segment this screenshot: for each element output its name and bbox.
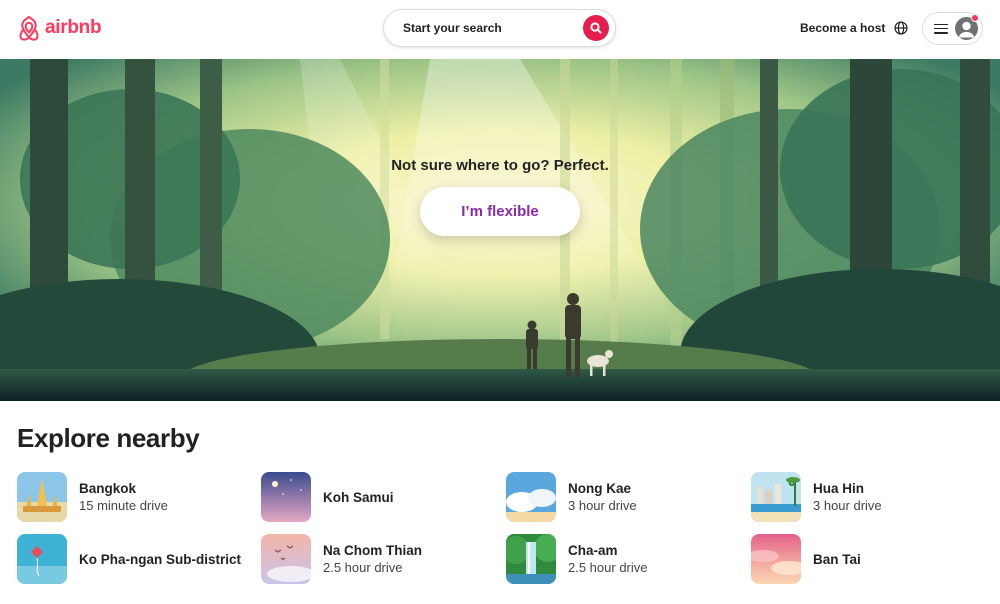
explore-item-name: Bangkok: [79, 481, 137, 496]
hero-title: Not sure where to go? Perfect.: [391, 157, 609, 174]
search-button[interactable]: [583, 15, 609, 41]
ko-pha-ngan-thumbnail: [17, 534, 67, 584]
explore-item-name: Cha-am: [568, 543, 618, 558]
airbnb-logo-icon: [19, 16, 39, 41]
bangkok-thumbnail: [17, 472, 67, 522]
explore-item-koh-samui[interactable]: Koh Samui: [261, 472, 491, 522]
search-label: Start your search: [403, 21, 502, 35]
language-button[interactable]: [891, 18, 911, 38]
menu-icon: [934, 23, 948, 35]
globe-icon: [894, 21, 908, 35]
notification-dot: [971, 14, 979, 22]
become-a-host-link[interactable]: Become a host: [792, 17, 893, 39]
cha-am-thumbnail: [506, 534, 556, 584]
explore-nearby-heading: Explore nearby: [17, 423, 200, 453]
explore-item-name: Nong Kae: [568, 481, 632, 496]
user-menu-button[interactable]: [922, 12, 983, 45]
explore-item-name: Na Chom Thian: [323, 543, 423, 558]
top-header: airbnb Start your search Become a host: [0, 0, 1000, 58]
hua-hin-thumbnail: [751, 472, 801, 522]
explore-item-distance: 15 minute drive: [79, 498, 168, 513]
airbnb-logo[interactable]: airbnb: [17, 15, 102, 41]
explore-item-distance: 2.5 hour drive: [568, 560, 648, 575]
explore-item-ban-tai[interactable]: Ban Tai: [751, 534, 981, 584]
explore-item-name: Koh Samui: [323, 489, 394, 505]
na-chom-thian-thumbnail: [261, 534, 311, 584]
explore-item-nong-kae[interactable]: Nong Kae 3 hour drive: [506, 472, 736, 522]
explore-item-na-chom-thian[interactable]: Na Chom Thian 2.5 hour drive: [261, 534, 491, 584]
nong-kae-thumbnail: [506, 472, 556, 522]
explore-item-bangkok[interactable]: Bangkok 15 minute drive: [17, 472, 247, 522]
koh-samui-thumbnail: [261, 472, 311, 522]
hero-banner: Not sure where to go? Perfect. I’m flexi…: [0, 59, 1000, 401]
explore-item-cha-am[interactable]: Cha-am 2.5 hour drive: [506, 534, 736, 584]
explore-item-ko-pha-ngan[interactable]: Ko Pha-ngan Sub-district: [17, 534, 247, 584]
explore-item-distance: 2.5 hour drive: [323, 560, 403, 575]
search-bar[interactable]: Start your search: [383, 9, 616, 47]
explore-item-name: Ko Pha-ngan Sub-district: [79, 551, 241, 567]
im-flexible-button[interactable]: I’m flexible: [420, 187, 580, 236]
explore-item-distance: 3 hour drive: [568, 498, 637, 513]
explore-item-name: Hua Hin: [813, 481, 865, 496]
explore-item-hua-hin[interactable]: Hua Hin 3 hour drive: [751, 472, 981, 522]
logo-text: airbnb: [45, 17, 102, 38]
explore-item-name: Ban Tai: [813, 551, 861, 567]
search-icon: [590, 22, 602, 34]
explore-item-distance: 3 hour drive: [813, 498, 882, 513]
ban-tai-thumbnail: [751, 534, 801, 584]
